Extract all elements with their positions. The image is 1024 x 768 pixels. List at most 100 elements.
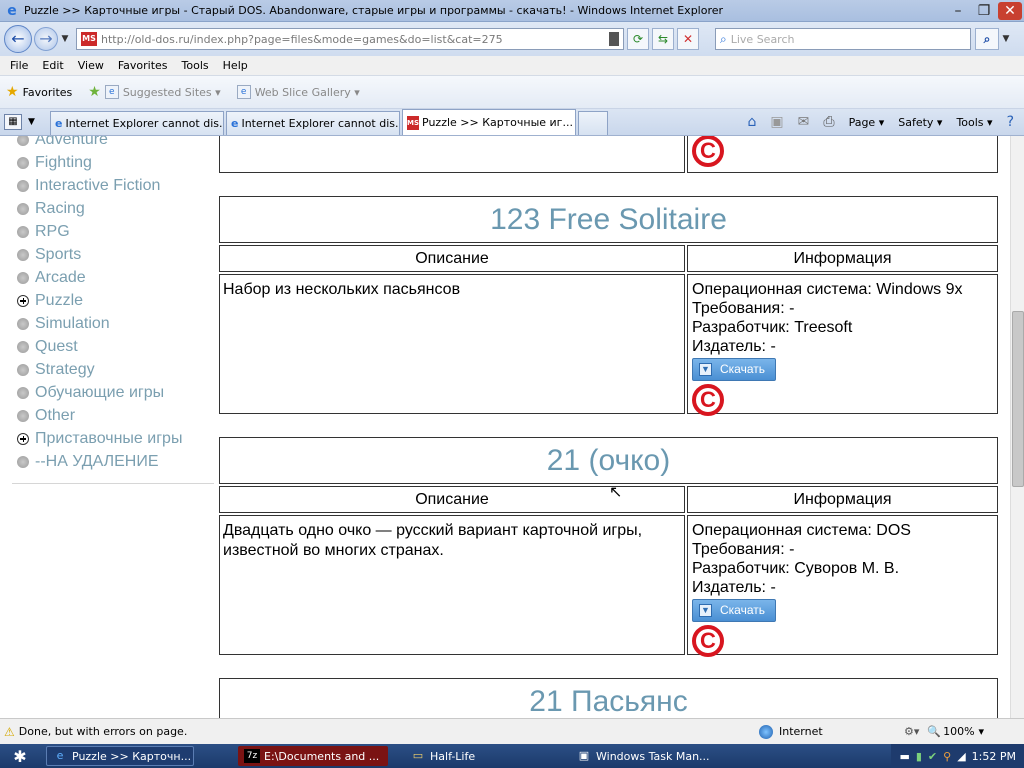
- protected-mode-icon: ⚙▾: [904, 725, 920, 738]
- warning-icon[interactable]: ⚠: [4, 725, 15, 739]
- go-button[interactable]: ⇆: [652, 28, 674, 50]
- tools-menu[interactable]: Tools ▾: [956, 116, 992, 129]
- minimize-button[interactable]: –: [946, 2, 970, 20]
- category-fighting[interactable]: Fighting: [12, 151, 212, 174]
- search-box[interactable]: ⌕ Live Search: [715, 28, 971, 50]
- copyright-icon[interactable]: C: [692, 625, 724, 657]
- address-url[interactable]: http://old-dos.ru/index.php?page=files&m…: [101, 33, 609, 46]
- prev-info-cell: C: [687, 136, 998, 173]
- network-icon[interactable]: ▮: [916, 750, 922, 763]
- keyboard-icon[interactable]: ▬: [899, 750, 909, 763]
- task-manager-icon: ▣: [578, 749, 590, 762]
- web-slice-gallery-label: Web Slice Gallery ▾: [254, 85, 360, 99]
- add-to-favorites-bar-button[interactable]: ★: [88, 84, 105, 100]
- category-puzzle[interactable]: Puzzle: [12, 289, 212, 312]
- feeds-icon[interactable]: ▣: [770, 114, 783, 130]
- task-folder[interactable]: ▭ Half-Life: [404, 746, 554, 766]
- home-icon[interactable]: ⌂: [748, 114, 757, 130]
- category-to-delete[interactable]: --НА УДАЛЕНИЕ: [12, 450, 212, 473]
- page-menu[interactable]: Page ▾: [849, 116, 885, 129]
- quick-tabs-button[interactable]: ▦ ▼: [4, 111, 50, 133]
- start-button[interactable]: ✱: [0, 747, 40, 766]
- copyright-icon[interactable]: C: [692, 384, 724, 416]
- tab-list-dropdown[interactable]: ▼: [28, 117, 35, 127]
- category-simulation[interactable]: Simulation: [12, 312, 212, 335]
- info-developer: Разработчик: Treesoft: [692, 319, 853, 336]
- folder-icon: ▭: [412, 749, 424, 762]
- stop-button[interactable]: ✕: [677, 28, 699, 50]
- bullet-icon: [17, 202, 29, 215]
- web-slice-gallery-link[interactable]: e Web Slice Gallery ▾: [236, 85, 360, 99]
- vertical-scrollbar[interactable]: [1010, 136, 1024, 718]
- copyright-icon[interactable]: C: [692, 136, 724, 167]
- maximize-button[interactable]: ❐: [972, 2, 996, 20]
- game-title[interactable]: 21 Пасьянс: [219, 678, 998, 718]
- security-icon[interactable]: ✔: [928, 750, 937, 763]
- new-tab-button[interactable]: [578, 111, 608, 135]
- download-button[interactable]: ▼ Скачать: [692, 358, 776, 381]
- recent-pages-dropdown[interactable]: ▼: [58, 34, 72, 44]
- category-strategy[interactable]: Strategy: [12, 358, 212, 381]
- expand-plus-icon[interactable]: [17, 432, 29, 445]
- search-options-dropdown[interactable]: ▼: [999, 34, 1013, 44]
- category-label: --НА УДАЛЕНИЕ: [35, 452, 159, 470]
- search-tray-icon[interactable]: ⚲: [943, 750, 951, 763]
- 7zip-icon: 7z: [244, 749, 260, 763]
- game-title[interactable]: 123 Free Solitaire: [219, 196, 998, 243]
- category-racing[interactable]: Racing: [12, 197, 212, 220]
- close-button[interactable]: ✕: [998, 1, 1022, 20]
- search-icon: ⌕: [720, 31, 727, 46]
- category-label: Quest: [35, 337, 78, 355]
- favorites-button[interactable]: ★ Favorites: [6, 84, 72, 100]
- game-title[interactable]: 21 (очко): [219, 437, 998, 484]
- ie-page-icon: e: [236, 85, 251, 99]
- download-button[interactable]: ▼ Скачать: [692, 599, 776, 622]
- back-button[interactable]: ←: [4, 25, 32, 53]
- category-arcade[interactable]: Arcade: [12, 266, 212, 289]
- tab-active[interactable]: MS Puzzle >> Карточные иг... ✕: [402, 109, 576, 135]
- description-header: Описание: [219, 245, 685, 272]
- category-label: Puzzle: [35, 291, 84, 309]
- category-rpg[interactable]: RPG: [12, 220, 212, 243]
- menu-file[interactable]: File: [10, 59, 28, 72]
- zoom-control[interactable]: ⚙▾ 🔍 100% ▾: [904, 725, 1024, 738]
- window-title: Puzzle >> Карточные игры - Старый DOS. A…: [24, 4, 724, 17]
- bullet-icon: [17, 225, 29, 238]
- menu-favorites[interactable]: Favorites: [118, 59, 168, 72]
- category-console[interactable]: Приставочные игры: [12, 427, 212, 450]
- menu-help[interactable]: Help: [223, 59, 248, 72]
- category-sports[interactable]: Sports: [12, 243, 212, 266]
- refresh-button[interactable]: ⟳: [627, 28, 649, 50]
- volume-icon[interactable]: ◢: [957, 750, 965, 763]
- category-quest[interactable]: Quest: [12, 335, 212, 358]
- suggested-sites-link[interactable]: e Suggested Sites ▾: [104, 85, 221, 99]
- read-mail-icon[interactable]: ✉: [798, 114, 810, 130]
- task-7zip[interactable]: 7z E:\Documents and ...: [238, 746, 388, 766]
- menu-edit[interactable]: Edit: [42, 59, 63, 72]
- print-icon[interactable]: ⎙: [823, 114, 834, 130]
- security-zone[interactable]: Internet: [759, 724, 904, 739]
- category-interactive-fiction[interactable]: Interactive Fiction: [12, 174, 212, 197]
- tab-1[interactable]: e Internet Explorer cannot dis...: [50, 111, 224, 135]
- help-icon[interactable]: ?: [1007, 114, 1014, 130]
- tab-bar: ▦ ▼ e Internet Explorer cannot dis... e …: [0, 109, 1024, 136]
- info-header: Информация: [687, 486, 998, 513]
- category-adventure[interactable]: Adventure: [12, 136, 212, 151]
- zoom-dropdown-icon[interactable]: ▾: [979, 725, 985, 738]
- forward-button[interactable]: →: [34, 27, 58, 51]
- category-other[interactable]: Other: [12, 404, 212, 427]
- search-button[interactable]: ⌕: [975, 28, 999, 50]
- category-educational[interactable]: Обучающие игры: [12, 381, 212, 404]
- scrollbar-thumb[interactable]: [1012, 311, 1024, 487]
- task-ie[interactable]: e Puzzle >> Карточн...: [46, 746, 194, 766]
- safety-menu[interactable]: Safety ▾: [898, 116, 942, 129]
- expand-plus-icon[interactable]: [17, 294, 29, 307]
- address-bar[interactable]: MS http://old-dos.ru/index.php?page=file…: [76, 28, 624, 50]
- compatibility-view-icon[interactable]: [609, 32, 619, 46]
- tab-2[interactable]: e Internet Explorer cannot dis...: [226, 111, 400, 135]
- ie-page-icon: e: [231, 116, 239, 130]
- task-task-manager[interactable]: ▣ Windows Task Man...: [570, 746, 720, 766]
- menu-tools[interactable]: Tools: [182, 59, 209, 72]
- menu-view[interactable]: View: [78, 59, 104, 72]
- download-icon: ▼: [699, 363, 712, 376]
